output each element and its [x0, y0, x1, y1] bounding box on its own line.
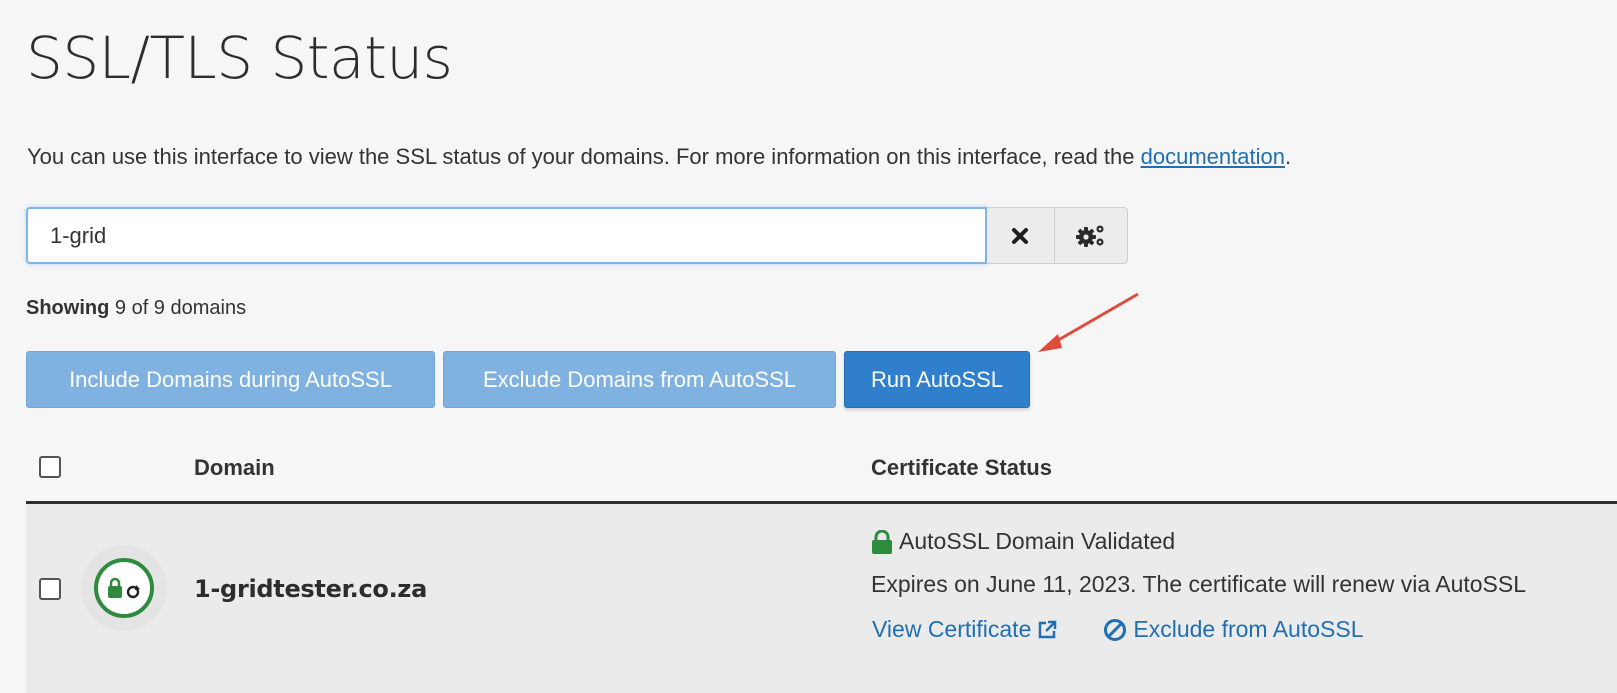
search-input[interactable]	[26, 207, 987, 264]
select-all-checkbox[interactable]	[39, 456, 61, 478]
certificate-status-column-header[interactable]: Certificate Status	[871, 455, 1052, 481]
ban-icon	[1104, 618, 1127, 641]
domain-name: 1-gridtester.co.za	[194, 575, 427, 603]
showing-label: Showing	[26, 297, 110, 319]
domain-column-header[interactable]: Domain	[194, 455, 275, 481]
row-select-checkbox[interactable]	[39, 578, 61, 600]
exclude-from-autossl-label: Exclude from AutoSSL	[1133, 616, 1364, 642]
ssl-status-indicator	[81, 545, 167, 631]
annotation-arrow	[1038, 292, 1139, 352]
include-domains-button[interactable]: Include Domains during AutoSSL	[26, 351, 435, 408]
row-actions: View Certificate Exclude from AutoSSL	[872, 616, 1364, 643]
run-autossl-button[interactable]: Run AutoSSL	[844, 351, 1030, 408]
page-description: You can use this interface to view the S…	[27, 143, 1291, 171]
close-icon	[1012, 227, 1029, 244]
page-title: SSL/TLS Status	[26, 24, 453, 92]
certificate-type: AutoSSL Domain Validated	[871, 528, 1175, 555]
documentation-link[interactable]: documentation	[1141, 144, 1285, 169]
table-row: 1-gridtester.co.za AutoSSL Domain Valida…	[26, 504, 1617, 693]
action-buttons: Include Domains during AutoSSL Exclude D…	[26, 351, 1030, 408]
domains-table: Domain Certificate Status	[26, 435, 1617, 504]
table-header: Domain Certificate Status	[26, 435, 1617, 504]
exclude-domains-button[interactable]: Exclude Domains from AutoSSL	[443, 351, 836, 408]
description-text: You can use this interface to view the S…	[27, 144, 1141, 169]
lock-refresh-icon	[94, 558, 154, 618]
search-settings-button[interactable]	[1055, 207, 1128, 264]
view-certificate-label: View Certificate	[872, 616, 1032, 642]
showing-value: 9 of 9 domains	[109, 297, 247, 319]
certificate-expiry: Expires on June 11, 2023. The certificat…	[871, 571, 1527, 597]
gears-icon	[1076, 225, 1104, 247]
certificate-type-label: AutoSSL Domain Validated	[899, 528, 1176, 554]
view-certificate-link[interactable]: View Certificate	[872, 616, 1057, 643]
clear-search-button[interactable]	[986, 207, 1056, 264]
external-link-icon	[1039, 620, 1057, 638]
exclude-from-autossl-link[interactable]: Exclude from AutoSSL	[1103, 616, 1364, 643]
description-suffix: .	[1284, 144, 1292, 169]
showing-count: Showing 9 of 9 domains	[26, 295, 246, 321]
lock-icon	[872, 529, 892, 554]
ssl-status-page: SSL/TLS Status You can use this interfac…	[0, 0, 1617, 693]
search-group	[26, 207, 1128, 264]
